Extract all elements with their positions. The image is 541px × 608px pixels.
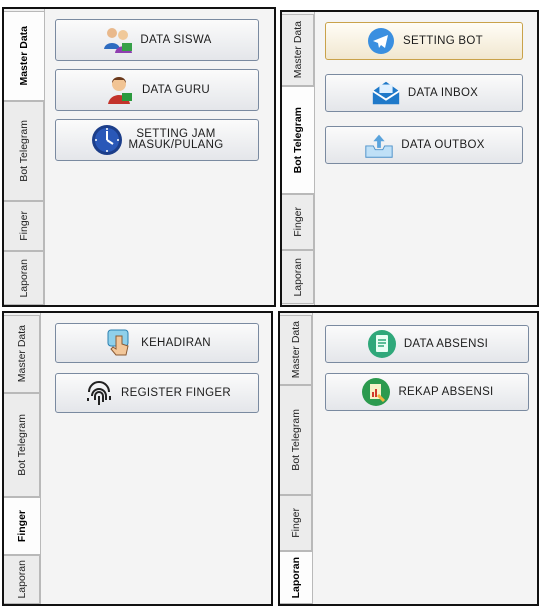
tab-content: SETTING BOT DATA INBOX DATA OUTBOX	[314, 12, 537, 305]
tab-finger[interactable]: Finger	[4, 497, 40, 555]
tab-finger[interactable]: Finger	[282, 194, 314, 250]
data-absensi-button[interactable]: DATA ABSENSI	[325, 325, 529, 363]
data-inbox-label: DATA INBOX	[407, 86, 479, 99]
data-absensi-label: DATA ABSENSI	[403, 337, 489, 350]
tab-content: KEHADIRAN REGISTER FINGER	[40, 313, 271, 604]
tab-strip: Master Data Bot Telegram Finger Laporan	[4, 313, 40, 604]
tab-finger[interactable]: Finger	[4, 201, 44, 251]
tab-bot-telegram[interactable]: Bot Telegram	[282, 86, 314, 194]
tab-strip: Master Data Bot Telegram Finger Laporan	[282, 12, 314, 305]
data-inbox-button[interactable]: DATA INBOX	[325, 74, 523, 112]
tab-finger[interactable]: Finger	[280, 495, 312, 551]
fingerprint-icon	[83, 377, 115, 409]
data-guru-label: DATA GURU	[141, 83, 211, 96]
tab-content: DATA ABSENSI REKAP ABSENSI	[312, 313, 537, 604]
clock-icon	[91, 124, 123, 156]
bot-telegram-panel: Master Data Bot Telegram Finger Laporan …	[280, 10, 539, 307]
data-outbox-label: DATA OUTBOX	[401, 138, 485, 151]
tab-bot-telegram[interactable]: Bot Telegram	[4, 101, 44, 201]
touch-icon	[103, 327, 135, 359]
kehadiran-label: KEHADIRAN	[141, 336, 211, 349]
data-outbox-button[interactable]: DATA OUTBOX	[325, 126, 523, 164]
tab-master-data[interactable]: Master Data	[4, 11, 44, 101]
setting-bot-label: SETTING BOT	[403, 34, 483, 47]
rekap-absensi-label: REKAP ABSENSI	[398, 385, 494, 398]
laporan-panel: Master Data Bot Telegram Finger Laporan …	[278, 311, 539, 606]
kehadiran-button[interactable]: KEHADIRAN	[55, 323, 259, 363]
rekap-absensi-button[interactable]: REKAP ABSENSI	[325, 373, 529, 411]
tab-master-data[interactable]: Master Data	[4, 315, 40, 393]
tab-master-data[interactable]: Master Data	[280, 315, 312, 385]
tab-laporan[interactable]: Laporan	[4, 251, 44, 305]
tab-laporan[interactable]: Laporan	[4, 555, 40, 604]
data-siswa-button[interactable]: DATA SISWA	[55, 19, 259, 61]
finger-panel: Master Data Bot Telegram Finger Laporan …	[2, 311, 273, 606]
tab-strip: Master Data Bot Telegram Finger Laporan	[280, 313, 312, 604]
tab-bot-telegram[interactable]: Bot Telegram	[280, 385, 312, 495]
tab-strip: Master Data Bot Telegram Finger Laporan	[4, 9, 44, 305]
tab-master-data[interactable]: Master Data	[282, 14, 314, 86]
inbox-icon	[370, 77, 402, 109]
report-icon	[360, 376, 392, 408]
setting-bot-button[interactable]: SETTING BOT	[325, 22, 523, 60]
tab-content: DATA SISWA DATA GURU SETTING JAM MASUK/P…	[44, 9, 274, 305]
tab-laporan[interactable]: Laporan	[282, 250, 314, 304]
master-data-panel: Master Data Bot Telegram Finger Laporan …	[2, 7, 276, 307]
document-icon	[366, 328, 398, 360]
setting-jam-button[interactable]: SETTING JAM MASUK/PULANG	[55, 119, 259, 161]
tab-laporan[interactable]: Laporan	[280, 551, 312, 604]
setting-jam-label: SETTING JAM MASUK/PULANG	[128, 128, 224, 151]
register-finger-label: REGISTER FINGER	[121, 386, 231, 399]
students-icon	[102, 24, 134, 56]
data-siswa-label: DATA SISWA	[140, 33, 212, 46]
tab-bot-telegram[interactable]: Bot Telegram	[4, 393, 40, 497]
data-guru-button[interactable]: DATA GURU	[55, 69, 259, 111]
register-finger-button[interactable]: REGISTER FINGER	[55, 373, 259, 413]
outbox-icon	[363, 129, 395, 161]
teacher-icon	[104, 74, 136, 106]
telegram-icon	[365, 25, 397, 57]
